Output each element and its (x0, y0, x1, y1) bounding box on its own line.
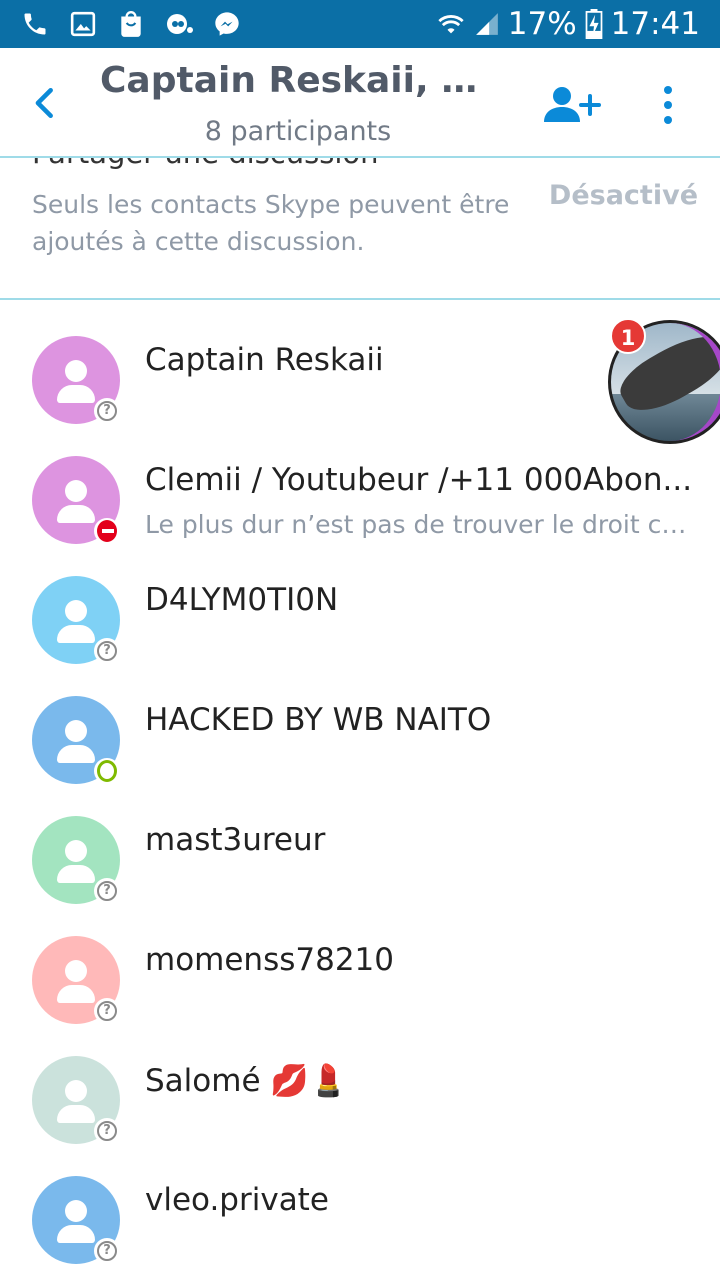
avatar: ? (32, 936, 120, 1024)
participant-row[interactable]: ? D4LYM0TI0N (0, 542, 720, 664)
participant-name: Clemii / Youtubeur /+11 000Abon... (145, 462, 693, 498)
galaxy-store-icon (116, 9, 146, 39)
add-person-icon (544, 87, 601, 122)
participant-name: mast3ureur (145, 822, 326, 858)
participant-row[interactable]: ? vleo.private (0, 1142, 720, 1264)
presence-unknown-icon: ? (94, 998, 120, 1024)
chevron-left-icon (35, 87, 53, 119)
participant-row[interactable]: ? momenss78210 (0, 902, 720, 1024)
participant-row[interactable]: ? mast3ureur (0, 782, 720, 904)
add-participant-button[interactable] (540, 84, 604, 126)
share-discussion-description: Seuls les contacts Skype peuvent être aj… (32, 190, 510, 256)
participant-name: momenss78210 (145, 942, 394, 978)
unread-badge: 1 (610, 318, 646, 354)
more-options-button[interactable] (656, 84, 680, 126)
back-button[interactable] (28, 86, 62, 120)
battery-charging-icon (585, 9, 603, 39)
participant-name: Salomé 💋💄 (145, 1063, 348, 1099)
avatar: ? (32, 1056, 120, 1144)
phone-icon (20, 9, 50, 39)
presence-unknown-icon: ? (94, 1118, 120, 1144)
participant-mood: Le plus dur n’est pas de trouver le droi… (145, 510, 690, 539)
notification-icons (20, 8, 242, 40)
avatar: ? (32, 576, 120, 664)
share-discussion-setting[interactable]: Partager une discussion Seuls les contac… (0, 158, 720, 300)
participant-list: ? Captain Reskaii Clemii / Youtubeur /+1… (0, 302, 720, 1264)
avatar: ? (32, 336, 120, 424)
system-status: 17% 17:41 (436, 4, 700, 44)
status-bar: 17% 17:41 (0, 0, 720, 48)
participant-name: vleo.private (145, 1182, 329, 1218)
gallery-icon (68, 9, 98, 39)
share-discussion-title: Partager une discussion (32, 158, 379, 170)
conversation-title[interactable]: Captain Reskaii, D4... (100, 60, 500, 101)
avatar: ? (32, 1176, 120, 1264)
voicemail-icon (164, 9, 194, 39)
avatar: ? (32, 816, 120, 904)
conversation-header: Captain Reskaii, D4... 8 participants (0, 48, 720, 158)
signal-icon (475, 13, 498, 35)
messenger-icon (212, 9, 242, 39)
presence-online-icon (94, 758, 120, 784)
participant-name: HACKED BY WB NAITO (145, 702, 492, 738)
participant-row[interactable]: ? Salomé 💋💄 (0, 1022, 720, 1144)
participant-row[interactable]: HACKED BY WB NAITO (0, 662, 720, 784)
presence-unknown-icon: ? (94, 878, 120, 904)
share-discussion-toggle[interactable]: Désactivé (549, 180, 698, 211)
battery-percent: 17% (507, 6, 577, 42)
presence-busy-icon (94, 518, 120, 544)
clock: 17:41 (610, 6, 700, 42)
participants-count: 8 participants (204, 116, 392, 147)
presence-unknown-icon: ? (94, 638, 120, 664)
wifi-icon (438, 15, 464, 34)
avatar (32, 456, 120, 544)
overflow-menu-icon (664, 86, 672, 124)
presence-unknown-icon: ? (94, 1238, 120, 1264)
participant-name: D4LYM0TI0N (145, 582, 339, 618)
avatar (32, 696, 120, 784)
presence-unknown-icon: ? (94, 398, 120, 424)
